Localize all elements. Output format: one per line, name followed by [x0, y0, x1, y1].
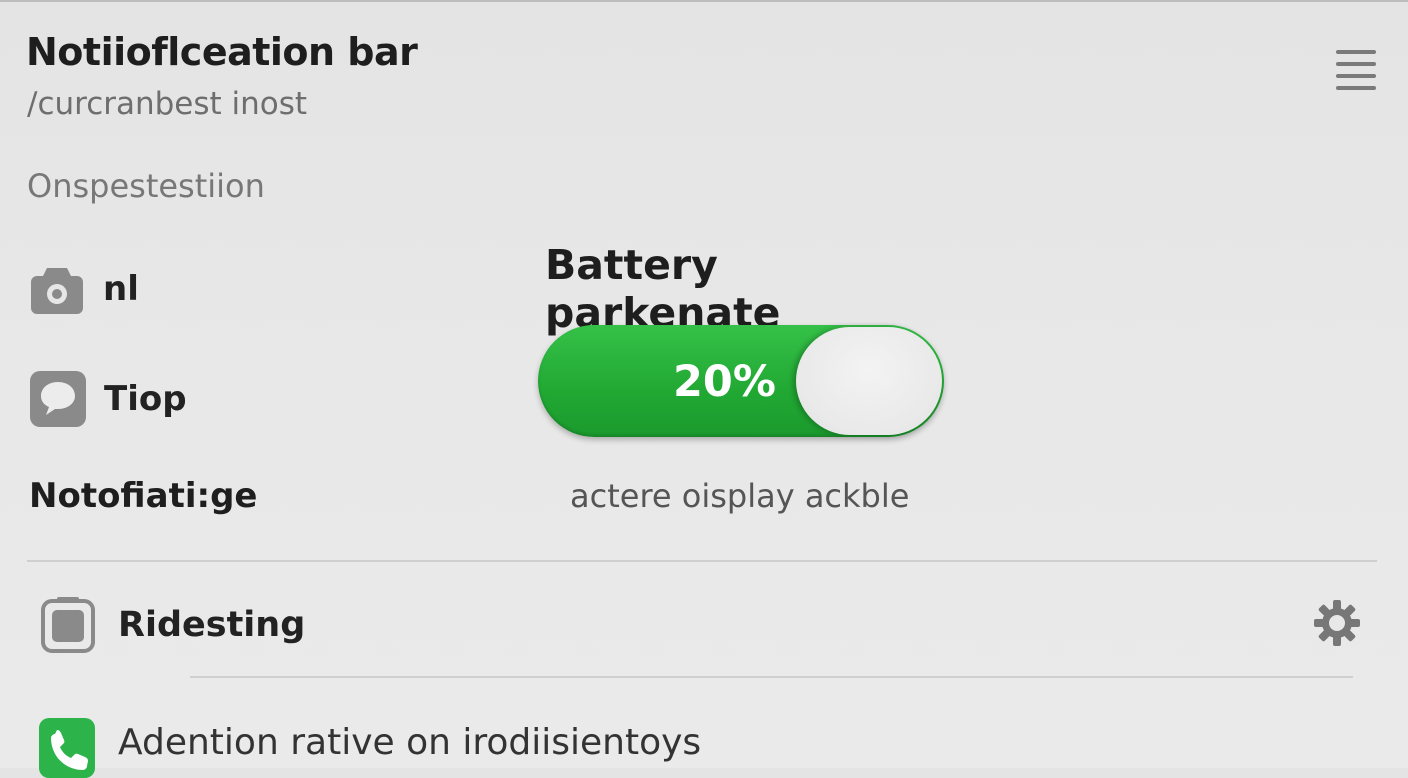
- top-edge-divider: [0, 0, 1408, 2]
- list-item-label: nl: [103, 269, 139, 309]
- footer-text: Adention rative on irodiisientoys: [118, 722, 702, 763]
- message-icon: [30, 371, 86, 427]
- section-label: Onspestestiion: [27, 167, 265, 205]
- setting-label: Ridesting: [118, 605, 306, 645]
- page-title: Notiioflceation bar: [26, 30, 418, 74]
- list-item-message[interactable]: Tiop: [30, 371, 187, 427]
- battery-caption: actere oisplay ackble: [570, 477, 910, 515]
- list-item-label: Tiop: [104, 379, 187, 419]
- toggle-knob[interactable]: [796, 327, 942, 435]
- battery-heading: Battery parkenate: [545, 241, 781, 337]
- battery-toggle[interactable]: 20%: [538, 325, 944, 437]
- battery-percentage: 20%: [673, 357, 776, 407]
- phone-icon: [39, 718, 95, 778]
- menu-button[interactable]: [1336, 48, 1376, 94]
- setting-row-ridesting[interactable]: Ridesting: [41, 597, 305, 653]
- list-item-camera[interactable]: nl: [29, 262, 139, 316]
- notification-heading: Notofiati:ge: [29, 476, 258, 516]
- page-subtitle: /curcranbest inost: [27, 86, 308, 122]
- row-divider: [190, 676, 1353, 678]
- camera-icon: [29, 262, 85, 316]
- battery-icon: [41, 597, 95, 653]
- section-divider: [27, 560, 1377, 562]
- gear-icon[interactable]: [1312, 598, 1362, 648]
